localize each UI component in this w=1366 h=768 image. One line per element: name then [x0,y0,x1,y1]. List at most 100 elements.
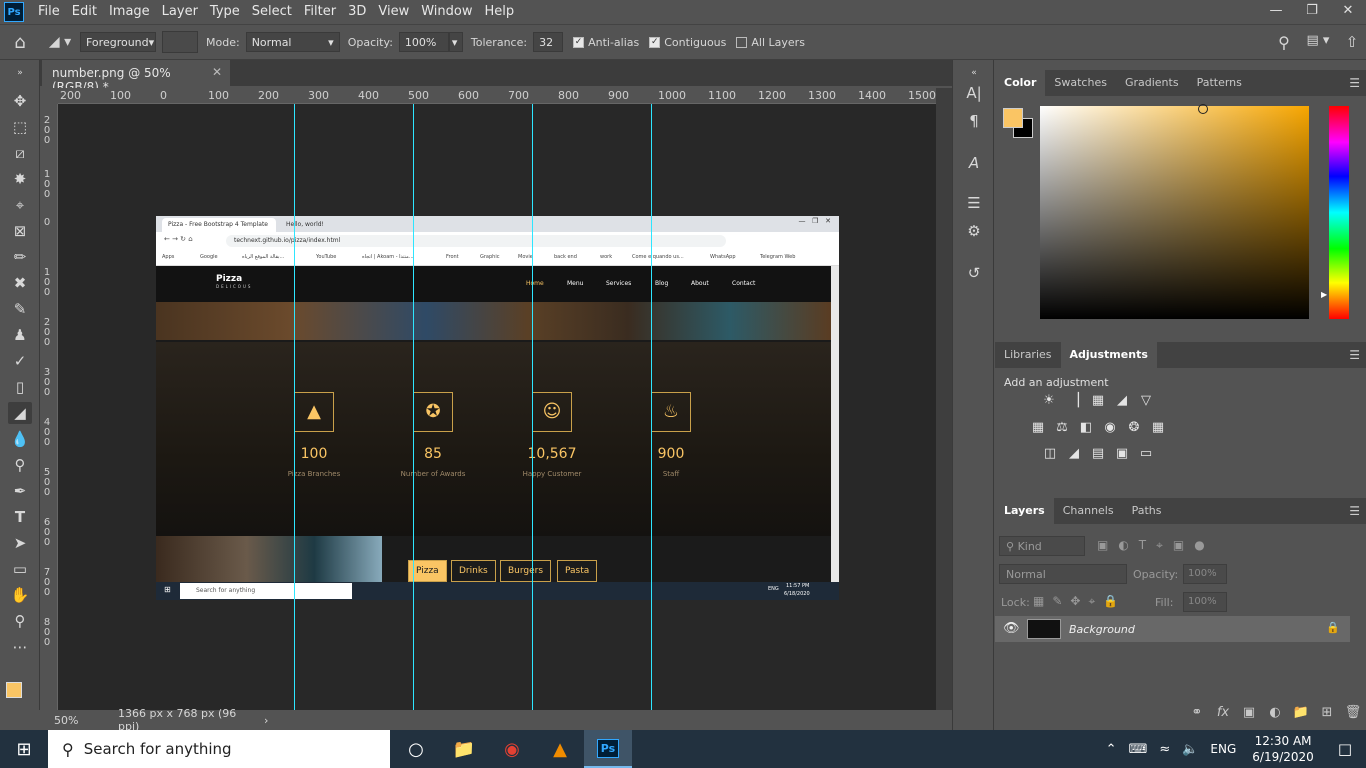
close-icon[interactable]: ✕ [212,65,222,79]
share-icon[interactable]: ⇧ [1338,33,1366,52]
delete-layer-icon[interactable]: 🗑 [1340,705,1366,720]
task-view-icon[interactable]: ○ [392,730,440,768]
selective-color-icon[interactable]: ▣ [1113,446,1131,462]
gradient-map-icon[interactable]: ▭ [1137,446,1155,462]
properties-panel-icon[interactable]: ⚙ [963,220,985,242]
menu-type[interactable]: Type [204,0,246,24]
brightness-contrast-icon[interactable]: ☀ [1040,393,1058,409]
color-picker-cursor[interactable] [1198,104,1208,114]
opacity-input[interactable]: 100% [398,32,449,52]
hue-slider-handle[interactable]: ▶ [1321,290,1327,299]
color-balance-icon[interactable]: ⚖ [1053,420,1071,436]
tab-gradients[interactable]: Gradients [1116,70,1188,96]
tab-libraries[interactable]: Libraries [995,342,1061,368]
chevron-right-icon[interactable]: › [258,714,268,727]
brush-settings-icon[interactable]: ☰ [963,192,985,214]
pattern-picker[interactable] [162,31,198,53]
notification-icon[interactable]: □ [1324,740,1366,758]
tolerance-input[interactable]: 32 [533,32,564,52]
threshold-icon[interactable]: ▤ [1089,446,1107,462]
crop-tool-icon[interactable]: ⌖ [8,194,32,216]
tab-paths[interactable]: Paths [1123,498,1171,524]
vibrance-icon[interactable]: ▽ [1137,393,1155,409]
panel-menu-icon[interactable]: ☰ [1349,348,1360,362]
paint-bucket-tool-icon[interactable]: ◢ [8,402,32,424]
blur-tool-icon[interactable]: 💧 [8,428,32,450]
fill-source-select[interactable]: Foreground ▾ [80,32,156,52]
photo-filter-icon[interactable]: ◉ [1101,420,1119,436]
layer-row[interactable]: 👁 Background 🔒 [995,616,1350,642]
tab-layers[interactable]: Layers [995,498,1054,524]
chrome-icon[interactable]: ◉ [488,730,536,768]
clock[interactable]: 12:30 AM 6/19/2020 [1242,733,1324,765]
opacity-dropdown[interactable]: ▾ [448,32,463,52]
layer-filter-icons[interactable]: ▣◐T⌖▣● [1097,538,1215,553]
paint-bucket-preset-icon[interactable]: ◢ ▾ [40,34,80,50]
new-group-icon[interactable]: 📁 [1288,705,1314,720]
language-indicator[interactable]: ENG [1204,742,1242,756]
pen-tool-icon[interactable]: ✒ [8,480,32,502]
hue-saturation-icon[interactable]: ▦ [1029,420,1047,436]
tab-swatches[interactable]: Swatches [1045,70,1116,96]
exposure-icon[interactable]: ◢ [1113,393,1131,409]
curves-icon[interactable]: ▦ [1089,393,1107,409]
layer-kind-filter[interactable]: ⚲ Kind [999,536,1085,556]
dodge-tool-icon[interactable]: ⚲ [8,454,32,476]
mode-select[interactable]: Normal ▾ [245,32,340,52]
home-icon[interactable]: ⌂ [0,32,40,53]
quick-select-tool-icon[interactable]: ✸ [8,168,32,190]
close-icon[interactable]: ✕ [1330,0,1366,22]
link-layers-icon[interactable]: ⚭ [1184,705,1210,720]
tab-color[interactable]: Color [995,70,1046,96]
collapse-icon[interactable]: « [963,62,985,84]
layer-name[interactable]: Background [1069,623,1135,636]
fill-input[interactable]: 100% [1183,592,1227,612]
rectangle-tool-icon[interactable]: ▭ [8,558,32,580]
layer-opacity-input[interactable]: 100% [1183,564,1227,584]
menu-help[interactable]: Help [479,0,521,24]
new-adjustment-layer-icon[interactable]: ◐ [1262,705,1288,720]
guide-line[interactable] [294,104,295,710]
photoshop-taskbar-icon[interactable]: Ps [584,730,632,768]
glyphs-panel-icon[interactable]: A [963,152,985,174]
contiguous-checkbox[interactable]: ✓ [649,36,661,48]
history-panel-icon[interactable]: ↺ [963,262,985,284]
history-brush-tool-icon[interactable]: ✓ [8,350,32,372]
hand-tool-icon[interactable]: ✋ [8,584,32,606]
fx-icon[interactable]: fx [1210,705,1236,720]
tab-channels[interactable]: Channels [1054,498,1123,524]
levels-icon[interactable]: ▕ [1065,393,1083,409]
tab-adjustments[interactable]: Adjustments [1060,342,1157,368]
antialias-checkbox[interactable]: ✓ [573,36,585,48]
menu-layer[interactable]: Layer [156,0,204,24]
foreground-color-swatch[interactable] [1003,108,1023,128]
color-picker-field[interactable] [1040,104,1309,319]
menu-3d[interactable]: 3D [342,0,372,24]
add-mask-icon[interactable]: ▣ [1236,705,1262,720]
panel-menu-icon[interactable]: ☰ [1349,76,1360,90]
foreground-color-swatch[interactable] [6,682,22,698]
all-layers-checkbox[interactable] [736,36,748,48]
brush-tool-icon[interactable]: ✎ [8,298,32,320]
vlc-icon[interactable]: ▲ [536,730,584,768]
menu-view[interactable]: View [372,0,415,24]
stamp-tool-icon[interactable]: ♟ [8,324,32,346]
lasso-tool-icon[interactable]: ⧄ [8,142,32,164]
canvas-vertical-scrollbar[interactable] [936,88,952,710]
menu-filter[interactable]: Filter [298,0,342,24]
workspace-icon[interactable]: ▤ ▾ [1298,33,1338,52]
paragraph-panel-icon[interactable]: ¶ [963,110,985,132]
eraser-tool-icon[interactable]: ▯ [8,376,32,398]
document-image[interactable]: Pizza - Free Bootstrap 4 Template Hello,… [156,216,839,600]
document-tab[interactable]: number.png @ 50% (RGB/8) * ✕ [42,60,230,94]
menu-image[interactable]: Image [103,0,156,24]
new-layer-icon[interactable]: ⊞ [1314,705,1340,720]
volume-icon[interactable]: 🔈 [1176,742,1204,757]
zoom-level[interactable]: 50% [40,714,88,727]
guide-line[interactable] [651,104,652,710]
marquee-tool-icon[interactable]: ⬚ [8,116,32,138]
black-white-icon[interactable]: ◧ [1077,420,1095,436]
wifi-icon[interactable]: ≈ [1153,742,1176,757]
zoom-tool-icon[interactable]: ⚲ [8,610,32,632]
healing-tool-icon[interactable]: ✖ [8,272,32,294]
